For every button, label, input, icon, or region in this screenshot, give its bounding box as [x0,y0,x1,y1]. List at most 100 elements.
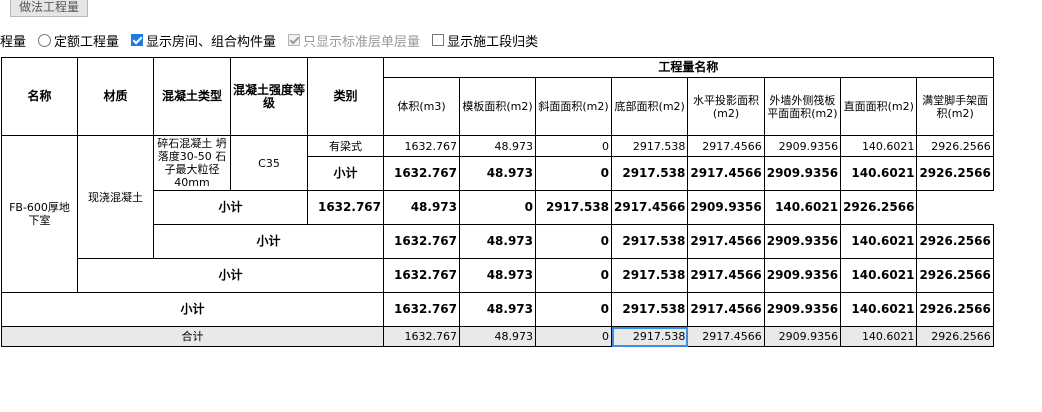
header-scaffold-area[interactable]: 满堂脚手架面积(m2) [916,77,994,136]
cell-value[interactable]: 2917.538 [535,190,612,225]
cell-value[interactable]: 2917.4566 [687,135,765,157]
cell-value[interactable]: 48.973 [459,224,536,259]
cell-value[interactable]: 2926.2566 [916,326,994,347]
cell-value[interactable]: 2926.2566 [916,224,994,259]
table-row-total: 合计 1632.767 48.973 0 2917.538 2917.4566 … [1,326,994,347]
cell-name[interactable]: FB-600厚地下室 [1,135,78,293]
cell-value[interactable]: 0 [535,224,612,259]
table-row: 小计 1632.767 48.973 0 2917.538 2917.4566 … [2,258,994,293]
checkbox-show-stage[interactable]: 显示施工段归类 [426,31,538,50]
cell-value[interactable]: 140.6021 [840,292,918,327]
cell-value[interactable]: 2909.9356 [763,224,842,259]
cell-subtotal-label[interactable]: 小计 [153,224,384,259]
checkbox-only-standard-label: 只显示标准层单层量 [303,34,421,50]
radio-circle-icon [38,33,52,47]
cell-value[interactable]: 1632.767 [383,326,460,347]
cell-value[interactable]: 0 [535,326,612,347]
cell-value[interactable]: 140.6021 [840,258,918,293]
cell-category[interactable]: 有梁式 [307,135,384,157]
header-slope-area[interactable]: 斜面面积(m2) [535,77,612,136]
cell-subtotal-label[interactable]: 小计 [307,156,384,191]
cell-value[interactable]: 140.6021 [840,224,918,259]
options-bar: 程量 定额工程量 显示房间、组合构件量 只显示标准层单层量 显示施工段归类 [0,29,1042,51]
cell-value[interactable]: 1632.767 [383,224,460,259]
cell-value[interactable]: 0 [535,258,612,293]
cell-value[interactable]: 48.973 [459,135,536,157]
cell-value[interactable]: 0 [535,292,612,327]
cell-value[interactable]: 1632.767 [383,156,460,191]
cell-material[interactable]: 现浇混凝土 [77,135,154,259]
header-outer-raft-area[interactable]: 外墙外侧筏板平面面积(m2) [763,77,842,136]
cell-value[interactable]: 48.973 [459,326,536,347]
cell-value[interactable]: 2926.2566 [840,190,918,225]
cell-value[interactable]: 2909.9356 [763,326,842,347]
tab-method-quantity[interactable]: 做法工程量 [10,0,89,17]
cell-value[interactable]: 0 [535,135,612,157]
cell-value[interactable]: 2917.538 [610,156,689,191]
cell-value[interactable]: 2917.538 [610,135,689,157]
cell-value[interactable]: 140.6021 [840,135,918,157]
header-formwork-area[interactable]: 模板面积(m2) [459,77,536,136]
cell-total-label[interactable]: 合计 [1,326,384,347]
cell-value[interactable]: 2917.538 [610,292,689,327]
cell-value[interactable]: 140.6021 [840,326,918,347]
header-concrete-grade[interactable]: 混凝土强度等级 [230,57,308,136]
cell-value[interactable]: 48.973 [459,156,536,191]
table-row: 小计 1632.767 48.973 0 2917.538 2917.4566 … [1,292,994,327]
tab-strip: 做法工程量 [0,0,1042,20]
checkbox-show-room[interactable]: 显示房间、组合构件量 [125,31,276,50]
checkbox-checked-disabled-icon [288,34,301,46]
option-partial-label: 程量 [0,34,27,50]
cell-value[interactable]: 140.6021 [763,190,842,225]
cell-value[interactable]: 2917.4566 [610,190,689,225]
cell-value[interactable]: 2909.9356 [763,156,842,191]
header-bottom-area[interactable]: 底部面积(m2) [610,77,689,136]
cell-value[interactable]: 48.973 [459,292,536,327]
radio-quota-label: 定额工程量 [54,34,120,50]
cell-value[interactable]: 2909.9356 [763,292,842,327]
cell-value[interactable]: 2917.4566 [687,292,765,327]
cell-value[interactable]: 2909.9356 [687,190,765,225]
header-volume[interactable]: 体积(m3) [383,77,460,136]
cell-value[interactable]: 1632.767 [383,135,460,157]
cell-value[interactable]: 2909.9356 [763,135,842,157]
header-category[interactable]: 类别 [307,57,384,136]
checkbox-checked-icon [131,34,144,46]
cell-subtotal-label[interactable]: 小计 [77,258,384,293]
cell-value[interactable]: 2926.2566 [916,258,994,293]
cell-value[interactable]: 2917.4566 [687,156,765,191]
cell-value[interactable]: 2917.4566 [687,326,765,347]
cell-value[interactable]: 48.973 [459,258,536,293]
cell-value[interactable]: 2917.4566 [687,224,765,259]
table-row: FB-600厚地下室 现浇混凝土 碎石混凝土 坍落度30-50 石子最大粒径40… [1,135,994,293]
cell-value[interactable]: 2917.538 [610,224,689,259]
checkbox-show-stage-label: 显示施工段归类 [447,34,539,50]
cell-value[interactable]: 140.6021 [840,156,918,191]
header-horizontal-projection[interactable]: 水平投影面积(m2) [687,77,765,136]
cell-value-selected[interactable]: 2917.538 [610,326,689,347]
cell-value[interactable]: 2926.2566 [916,292,994,327]
header-concrete-type[interactable]: 混凝土类型 [153,57,231,136]
radio-quota-quantity[interactable]: 定额工程量 [32,31,119,50]
cell-value[interactable]: 2917.4566 [687,258,765,293]
header-vertical-area[interactable]: 直面面积(m2) [840,77,918,136]
cell-value[interactable]: 1632.767 [383,258,460,293]
cell-value[interactable]: 2926.2566 [916,135,994,157]
cell-value[interactable]: 2926.2566 [916,156,994,191]
cell-value[interactable]: 48.973 [383,190,460,225]
cell-subtotal-label[interactable]: 小计 [1,292,384,327]
cell-concrete-grade[interactable]: C35 [230,135,308,191]
checkbox-unchecked-icon [432,34,445,46]
cell-value[interactable]: 0 [535,156,612,191]
cell-value[interactable]: 2909.9356 [763,258,842,293]
quantity-table: 名称 材质 混凝土类型 混凝土强度等级 类别 工程量名称 体积(m3) 模板面积… [1,57,994,347]
cell-value[interactable]: 1632.767 [383,292,460,327]
checkbox-only-standard-floor[interactable]: 只显示标准层单层量 [282,31,420,50]
cell-value[interactable]: 1632.767 [307,190,384,225]
cell-value[interactable]: 2917.538 [610,258,689,293]
cell-subtotal-label[interactable]: 小计 [153,190,308,225]
cell-concrete-type[interactable]: 碎石混凝土 坍落度30-50 石子最大粒径40mm [153,135,231,191]
cell-value[interactable]: 0 [459,190,536,225]
header-name[interactable]: 名称 [1,57,78,136]
header-material[interactable]: 材质 [77,57,154,136]
